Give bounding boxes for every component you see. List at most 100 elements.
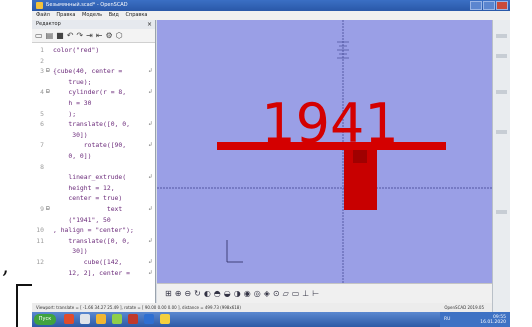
perspective-icon[interactable]: ▱ xyxy=(283,289,289,299)
code-line[interactable]: 6 translate([0, 0, ↲ xyxy=(32,119,154,129)
wrap-marker-icon: ↲ xyxy=(148,173,152,181)
code-line[interactable]: 5 ); xyxy=(32,109,154,119)
task-app-icon[interactable] xyxy=(112,314,122,324)
code-line[interactable]: 7 rotate([90, ↲ xyxy=(32,140,154,150)
task-app-icon[interactable] xyxy=(128,314,138,324)
3d-viewport[interactable]: 1941 xyxy=(157,20,492,303)
code-text: linear_extrude( xyxy=(53,173,127,182)
code-line[interactable]: 10 , halign = "center"); xyxy=(32,225,154,235)
tray-clock[interactable]: 09:55 16.01.2020 xyxy=(480,315,506,325)
code-text: rotate([90, xyxy=(53,141,127,150)
keyboard-language[interactable]: RU xyxy=(444,317,450,322)
code-line[interactable]: 12 cube([142, ↲ xyxy=(32,257,154,267)
line-number: 7 xyxy=(40,141,44,150)
code-line[interactable]: true); xyxy=(32,77,154,87)
code-line[interactable]: 8 xyxy=(32,162,154,172)
view-all-icon[interactable]: ⊞ xyxy=(165,289,172,299)
code-text: 30]) xyxy=(53,247,88,256)
code-line[interactable]: 0, 0]) xyxy=(32,151,154,161)
back-view-icon[interactable]: ◎ xyxy=(254,289,261,299)
code-line[interactable]: 30]) xyxy=(32,246,154,256)
code-line[interactable]: 2 xyxy=(32,56,154,66)
viewport-canvas[interactable]: 1941 xyxy=(157,20,492,303)
editor-header: Редактор × xyxy=(32,20,155,29)
editor-title: Редактор xyxy=(36,21,61,27)
close-window-button[interactable] xyxy=(496,1,508,10)
window-titlebar[interactable]: Безымянный.scad* - OpenSCAD xyxy=(32,0,510,11)
line-number: 10 xyxy=(36,226,44,235)
task-app-icon[interactable] xyxy=(144,314,154,324)
code-line[interactable]: h = 30 xyxy=(32,98,154,108)
open-icon[interactable]: ▤ xyxy=(46,30,54,42)
diagonal-view-icon[interactable]: ◈ xyxy=(264,289,270,299)
code-line[interactable]: 12, 2], center = ↲ xyxy=(32,268,154,278)
openscad-app-icon xyxy=(36,2,43,9)
minimize-button[interactable] xyxy=(470,1,482,10)
top-view-icon[interactable]: ◓ xyxy=(214,289,221,299)
code-line[interactable]: 9 ⊟ text ↲ xyxy=(32,204,154,214)
task-app-icon[interactable] xyxy=(80,314,90,324)
line-number: 11 xyxy=(36,236,44,245)
panel-handle[interactable] xyxy=(496,210,507,214)
menu-bar: Файл Правка Модель Вид Справка xyxy=(32,11,510,20)
panel-handle[interactable] xyxy=(496,34,507,38)
code-text: {cube(40, center = xyxy=(53,67,123,76)
code-line[interactable]: 30]) xyxy=(32,130,154,140)
view-toolbar: ⊞ ⊕ ⊖ ↻ ◐ ◓ ◒ ◑ ◉ ◎ ◈ ⊙ ▱ ▭ ⊥ ⊢ xyxy=(157,283,492,303)
redo-icon[interactable]: ↷ xyxy=(76,30,83,42)
axes-icon[interactable]: ⊥ xyxy=(302,289,309,299)
left-view-icon[interactable]: ◑ xyxy=(234,289,241,299)
reset-view-icon[interactable]: ↻ xyxy=(194,289,201,299)
editor-panel: Редактор × ▭ ▤ ■ ↶ ↷ ⇥ ⇤ ⚙ ⬡ 1 color("red… xyxy=(32,20,156,303)
front-view-icon[interactable]: ◉ xyxy=(244,289,251,299)
bottom-view-icon[interactable]: ◒ xyxy=(224,289,231,299)
task-folder-icon[interactable] xyxy=(96,314,106,324)
code-text: cube([142, xyxy=(53,258,123,266)
photo-frame: , , Безымянный.scad* - OpenSCAD Файл Пра… xyxy=(0,0,532,327)
indent-icon[interactable]: ⇥ xyxy=(86,30,93,42)
menu-help[interactable]: Справка xyxy=(125,12,147,18)
quote-mark-decoration: , xyxy=(2,254,9,279)
panel-handle[interactable] xyxy=(496,130,507,134)
preview-icon[interactable]: ⚙ xyxy=(106,30,113,42)
scale-icon[interactable]: ⊢ xyxy=(312,289,319,299)
new-icon[interactable]: ▭ xyxy=(35,30,43,42)
close-icon[interactable]: × xyxy=(147,20,152,29)
panel-handle[interactable] xyxy=(496,54,507,58)
zoom-in-icon[interactable]: ⊕ xyxy=(175,289,182,299)
task-openscad-icon[interactable] xyxy=(160,314,170,324)
code-line[interactable]: height = 12, xyxy=(32,183,154,193)
render-icon[interactable]: ⬡ xyxy=(116,30,123,42)
clock-date: 16.01.2020 xyxy=(480,320,506,325)
wrap-marker-icon: ↲ xyxy=(148,258,152,265)
menu-file[interactable]: Файл xyxy=(36,12,50,18)
center-view-icon[interactable]: ⊙ xyxy=(273,289,280,299)
right-view-icon[interactable]: ◐ xyxy=(204,289,211,299)
maximize-button[interactable] xyxy=(483,1,495,10)
menu-view[interactable]: Вид xyxy=(109,12,119,18)
wrap-marker-icon: ↲ xyxy=(148,120,152,128)
start-button[interactable]: Пуск xyxy=(34,314,56,325)
orthogonal-icon[interactable]: ▭ xyxy=(292,289,300,299)
line-number: 8 xyxy=(40,162,44,171)
undo-icon[interactable]: ↶ xyxy=(67,30,74,42)
code-line[interactable]: center = true) xyxy=(32,193,154,203)
menu-design[interactable]: Модель xyxy=(82,12,102,18)
code-line[interactable]: 1 color("red") xyxy=(32,45,154,55)
save-icon[interactable]: ■ xyxy=(56,30,64,42)
menu-edit[interactable]: Правка xyxy=(56,12,75,18)
code-line[interactable]: linear_extrude( ↲ xyxy=(32,172,154,182)
unindent-icon[interactable]: ⇤ xyxy=(96,30,103,42)
code-line[interactable]: ("1941", 50 xyxy=(32,215,154,225)
code-text: center = true) xyxy=(53,194,123,203)
task-app-icon[interactable] xyxy=(64,314,74,324)
zoom-out-icon[interactable]: ⊖ xyxy=(184,289,191,299)
panel-handle[interactable] xyxy=(496,90,507,94)
line-number: 6 xyxy=(40,120,44,129)
code-line[interactable]: 11 translate([0, 0, ↲ xyxy=(32,236,154,246)
line-number: 4 xyxy=(40,88,44,97)
fold-marker-icon: ⊟ xyxy=(46,67,50,75)
wrap-marker-icon: ↲ xyxy=(148,268,152,276)
code-line[interactable]: 3 ⊟ {cube(40, center = ↲ xyxy=(32,66,154,76)
code-line[interactable]: 4 ⊟ cylinder(r = 8, ↲ xyxy=(32,87,154,97)
